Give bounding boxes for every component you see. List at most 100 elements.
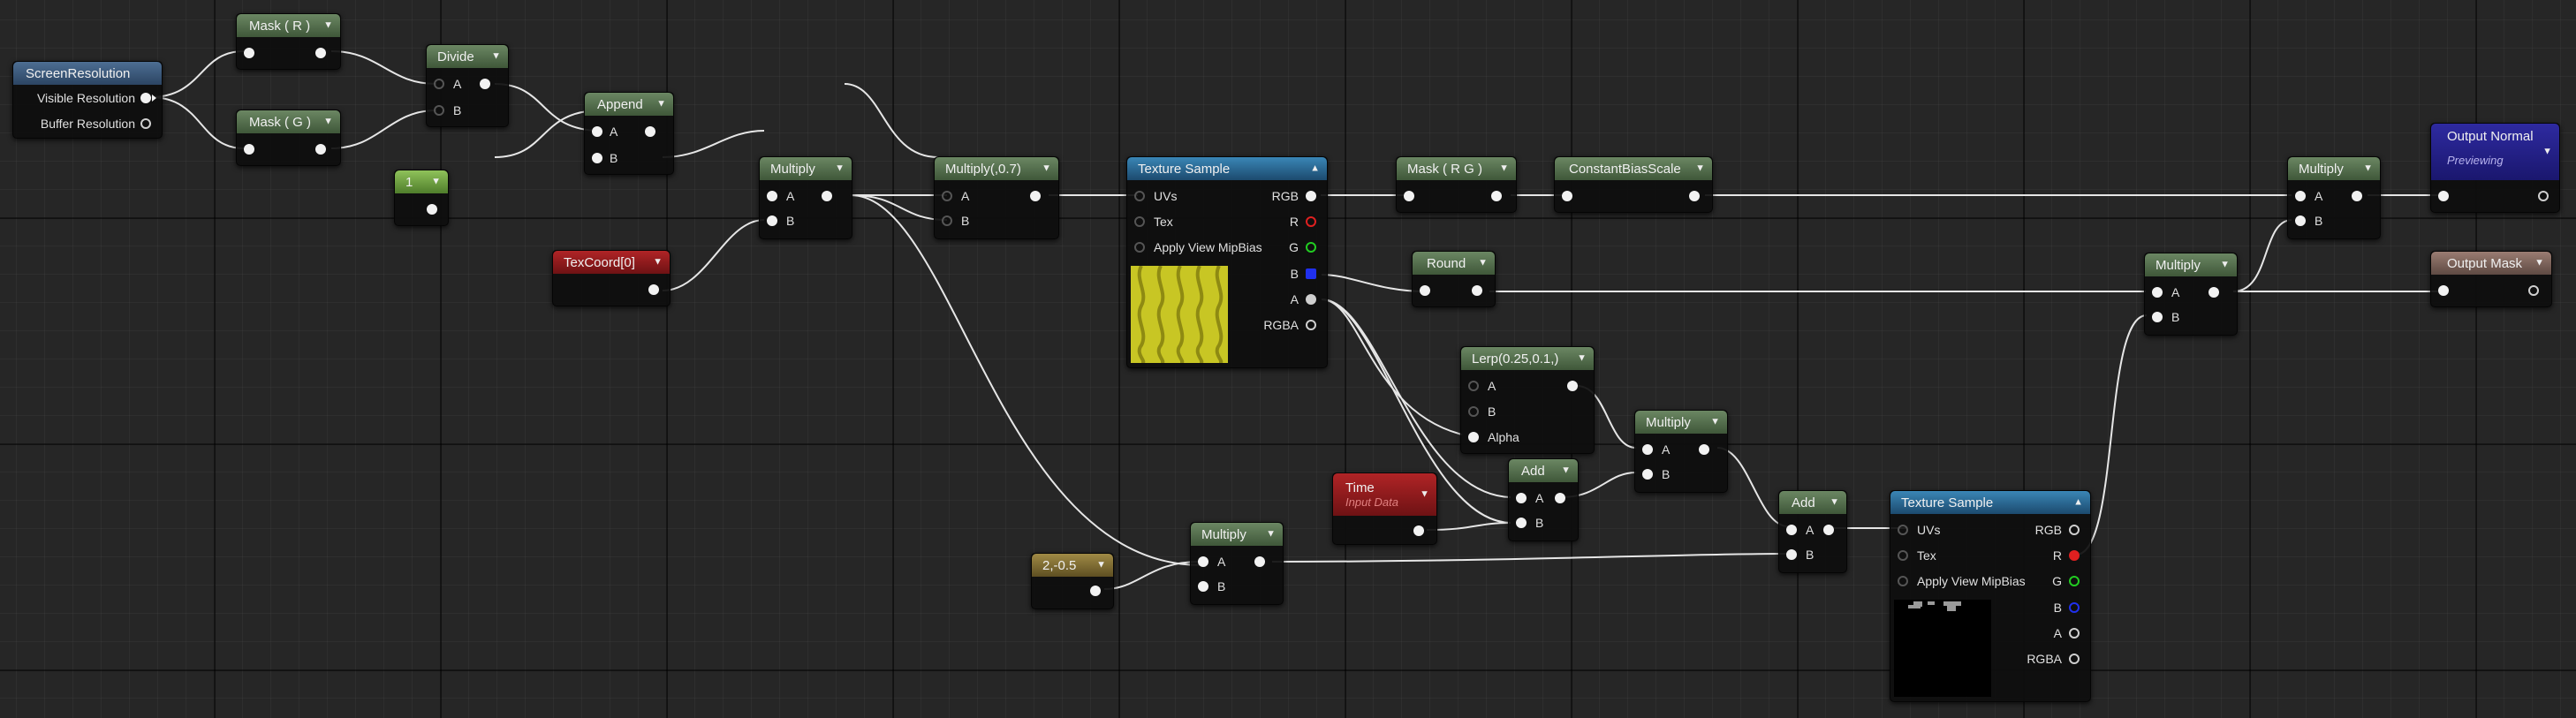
- add-node-1[interactable]: Add ▼ A B: [1508, 458, 1579, 541]
- pin-g[interactable]: [1306, 242, 1316, 253]
- pin-a[interactable]: [942, 191, 952, 201]
- texcoord-node[interactable]: TexCoord[0] ▼: [552, 250, 671, 306]
- pin-output[interactable]: [315, 144, 326, 155]
- chevron-down-icon[interactable]: ▼: [1830, 496, 1839, 507]
- round-header[interactable]: Round ▼: [1413, 252, 1495, 275]
- chevron-up-icon[interactable]: ▲: [1310, 162, 1320, 173]
- multiply-node-5[interactable]: Multiply ▼ A B: [2287, 156, 2381, 239]
- pin-output[interactable]: [2352, 191, 2362, 201]
- mask-g-header[interactable]: Mask ( G ) ▼: [237, 110, 340, 133]
- mask-r-header[interactable]: Mask ( R ) ▼: [237, 14, 340, 37]
- divide-header[interactable]: Divide ▼: [427, 45, 508, 68]
- chevron-up-icon[interactable]: ▲: [2073, 496, 2083, 507]
- texcoord-header[interactable]: TexCoord[0] ▼: [553, 251, 670, 274]
- chevron-down-icon[interactable]: ▼: [2542, 146, 2552, 156]
- multiply-node-2[interactable]: Multiply ▼ A B: [1634, 410, 1728, 493]
- pin-a[interactable]: [1468, 381, 1479, 391]
- chevron-down-icon[interactable]: ▼: [1561, 465, 1571, 475]
- chevron-down-icon[interactable]: ▼: [835, 162, 845, 173]
- pin-output[interactable]: [1030, 191, 1041, 201]
- pin-output[interactable]: [1689, 191, 1700, 201]
- pin-input[interactable]: [2438, 191, 2449, 201]
- pin-g[interactable]: [2069, 576, 2080, 586]
- multiply-07-header[interactable]: Multiply(,0.7) ▼: [935, 157, 1058, 180]
- multiply-header[interactable]: Multiply ▼: [1191, 523, 1283, 546]
- chevron-down-icon[interactable]: ▼: [323, 19, 333, 30]
- texture-sample-node-2[interactable]: Texture Sample ▲ UVs Tex Apply View MipBi…: [1890, 490, 2091, 702]
- pin-uvs[interactable]: [1898, 525, 1908, 535]
- pin-output[interactable]: [427, 204, 437, 215]
- pin-input[interactable]: [1420, 285, 1430, 296]
- multiply-node-4[interactable]: Multiply ▼ A B: [2144, 253, 2238, 336]
- pin-output[interactable]: [2209, 287, 2219, 298]
- mask-r-node[interactable]: Mask ( R ) ▼: [236, 13, 341, 70]
- chevron-down-icon[interactable]: ▼: [1577, 352, 1587, 363]
- chevron-down-icon[interactable]: ▼: [2363, 162, 2373, 173]
- pin-alpha[interactable]: [2069, 628, 2080, 639]
- multiply-header[interactable]: Multiply ▼: [760, 157, 852, 180]
- constant-2-header[interactable]: 2,-0.5 ▼: [1032, 554, 1113, 577]
- pin-r[interactable]: [2069, 550, 2080, 561]
- pin-apply-view-mipbias[interactable]: [1134, 242, 1145, 253]
- pin-rgb[interactable]: [1306, 191, 1316, 201]
- mask-g-node[interactable]: Mask ( G ) ▼: [236, 110, 341, 166]
- pin-a[interactable]: [767, 191, 777, 201]
- pin-b[interactable]: [2069, 602, 2080, 613]
- pin-uvs[interactable]: [1134, 191, 1145, 201]
- chevron-down-icon[interactable]: ▼: [1478, 257, 1488, 268]
- pin-output[interactable]: [645, 126, 655, 137]
- chevron-down-icon[interactable]: ▼: [323, 116, 333, 126]
- pin-a[interactable]: [2152, 287, 2163, 298]
- pin-a[interactable]: [592, 126, 602, 137]
- time-node[interactable]: Time Input Data ▼: [1332, 472, 1437, 545]
- chevron-down-icon[interactable]: ▼: [1695, 162, 1705, 173]
- pin-apply-view-mipbias[interactable]: [1898, 576, 1908, 586]
- mask-rg-node[interactable]: Mask ( R G ) ▼: [1396, 156, 1517, 213]
- pin-output[interactable]: [315, 48, 326, 58]
- pin-b[interactable]: [1306, 268, 1316, 279]
- texture-sample-header[interactable]: Texture Sample ▲: [1890, 491, 2090, 514]
- divide-node[interactable]: Divide ▼ A B: [426, 44, 509, 127]
- pin-a[interactable]: [1198, 556, 1208, 567]
- pin-input[interactable]: [1404, 191, 1414, 201]
- pin-b[interactable]: [1468, 406, 1479, 417]
- add-header[interactable]: Add ▼: [1779, 491, 1846, 514]
- append-node[interactable]: Append ▼ A B: [584, 92, 674, 175]
- pin-output[interactable]: [1699, 444, 1709, 455]
- pin-output[interactable]: [1472, 285, 1482, 296]
- pin-b[interactable]: [434, 105, 444, 116]
- chevron-down-icon[interactable]: ▼: [653, 256, 663, 267]
- texture-sample-header[interactable]: Texture Sample ▲: [1127, 157, 1327, 180]
- pin-input[interactable]: [1562, 191, 1572, 201]
- pin-b[interactable]: [2295, 215, 2306, 226]
- pin-input[interactable]: [244, 48, 254, 58]
- constant-bias-scale-header[interactable]: ConstantBiasScale ▼: [1555, 157, 1712, 180]
- pin-input[interactable]: [244, 144, 254, 155]
- multiply-node-1[interactable]: Multiply ▼ A B: [759, 156, 852, 239]
- pin-output[interactable]: [1555, 493, 1565, 503]
- pin-tex[interactable]: [1134, 216, 1145, 227]
- multiply-node-3[interactable]: Multiply ▼ A B: [1190, 522, 1284, 605]
- pin-a[interactable]: [434, 79, 444, 89]
- mask-rg-header[interactable]: Mask ( R G ) ▼: [1397, 157, 1516, 180]
- pin-output[interactable]: [1413, 525, 1424, 536]
- chevron-down-icon[interactable]: ▼: [656, 98, 666, 109]
- pin-tex[interactable]: [1898, 550, 1908, 561]
- round-node[interactable]: Round ▼: [1412, 251, 1496, 307]
- chevron-down-icon[interactable]: ▼: [1499, 162, 1509, 173]
- time-header[interactable]: Time Input Data ▼: [1333, 473, 1436, 516]
- pin-b[interactable]: [1516, 518, 1527, 528]
- pin-b[interactable]: [1786, 549, 1797, 560]
- pin-output[interactable]: [480, 79, 490, 89]
- pin-output[interactable]: [1090, 586, 1101, 596]
- multiply-07-node[interactable]: Multiply(,0.7) ▼ A B: [934, 156, 1059, 239]
- lerp-header[interactable]: Lerp(0.25,0.1,) ▼: [1461, 347, 1594, 370]
- pin-output[interactable]: [1823, 525, 1834, 535]
- chevron-down-icon[interactable]: ▼: [431, 176, 441, 186]
- chevron-down-icon[interactable]: ▼: [2534, 257, 2544, 268]
- pin-rgb[interactable]: [2069, 525, 2080, 535]
- pin-output[interactable]: [2528, 285, 2539, 296]
- pin-input[interactable]: [2438, 285, 2449, 296]
- pin-b[interactable]: [1642, 469, 1653, 480]
- multiply-header[interactable]: Multiply ▼: [2288, 157, 2380, 180]
